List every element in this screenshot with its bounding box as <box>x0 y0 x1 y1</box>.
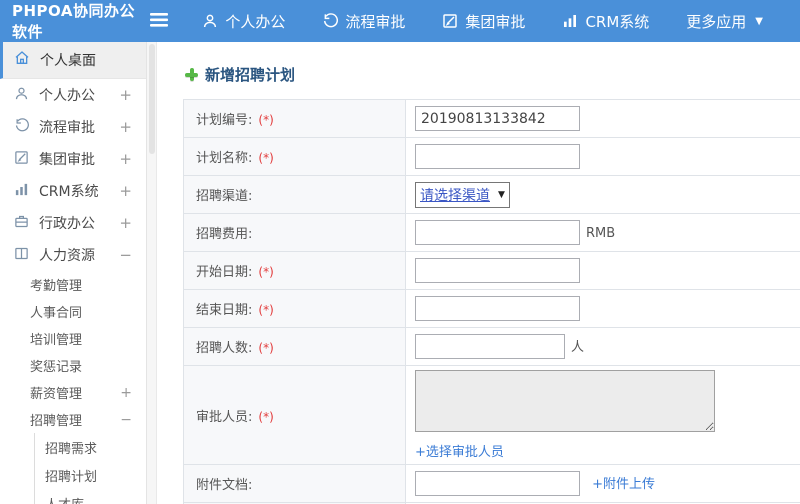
sidebar-item-attendance[interactable]: 考勤管理 <box>0 271 146 298</box>
field-label: 附件文档: <box>196 478 253 493</box>
field-label: 招聘人数: <box>196 341 253 356</box>
recruit-submenu: 招聘需求 招聘计划 人才库 <box>34 433 146 504</box>
app-logo: PHPOA协同办公软件 <box>12 2 135 41</box>
table-row: 结束日期: (*) <box>183 289 800 328</box>
main-content: 新增招聘计划 计划编号: (*) 计划名称: (*) <box>157 42 800 504</box>
collapse-minus-icon[interactable]: − <box>120 412 132 428</box>
headcount-input[interactable] <box>415 334 565 359</box>
sidebar-item-talent-pool[interactable]: 人才库 <box>35 489 146 504</box>
start-date-input[interactable] <box>415 258 580 283</box>
field-label: 招聘渠道: <box>196 189 253 204</box>
table-row: 开始日期: (*) <box>183 251 800 290</box>
edit-icon <box>442 13 458 29</box>
table-row: 招聘人数: (*) 人 <box>183 327 800 366</box>
menu-toggle-icon[interactable] <box>150 12 169 31</box>
required-marker: (*) <box>258 265 274 279</box>
nav-personal-office[interactable]: 个人办公 <box>202 11 285 32</box>
table-row: 附件文档: +附件上传 <box>183 464 800 503</box>
field-label: 招聘费用: <box>196 227 253 242</box>
scrollbar-thumb[interactable] <box>149 44 155 154</box>
sidebar-item-crm[interactable]: CRM系统 + <box>0 175 146 207</box>
sidebar-item-training[interactable]: 培训管理 <box>0 325 146 352</box>
expand-plus-icon[interactable]: + <box>119 182 132 200</box>
sidebar-item-recruit-plan[interactable]: 招聘计划 <box>35 461 146 489</box>
briefcase-icon <box>14 214 29 233</box>
nav-group-approval[interactable]: 集团审批 <box>442 11 525 32</box>
sidebar-item-personal-office[interactable]: 个人办公 + <box>0 79 146 111</box>
sidebar: 个人桌面 个人办公 + 流程审批 + 集团审批 + CRM系统 + 行政办公 +… <box>0 42 147 504</box>
bar-chart-icon <box>14 182 29 201</box>
sidebar-item-rewards[interactable]: 奖惩记录 <box>0 352 146 379</box>
nav-crm-system[interactable]: CRM系统 <box>562 11 649 32</box>
book-icon <box>14 246 29 265</box>
field-label: 计划编号: <box>196 113 253 128</box>
expand-plus-icon[interactable]: + <box>119 86 132 104</box>
field-label: 结束日期: <box>196 303 253 318</box>
sidebar-item-hr-contract[interactable]: 人事合同 <box>0 298 146 325</box>
person-icon <box>14 86 29 105</box>
table-row: 审批人员: (*) +选择审批人员 <box>183 365 800 465</box>
attachment-upload-link[interactable]: +附件上传 <box>592 477 655 492</box>
sidebar-item-workflow-approval[interactable]: 流程审批 + <box>0 111 146 143</box>
required-marker: (*) <box>258 341 274 355</box>
field-label: 开始日期: <box>196 265 253 280</box>
caret-down-icon: ▼ <box>498 189 505 200</box>
attachment-input[interactable] <box>415 471 580 496</box>
person-icon <box>202 13 218 29</box>
nav-more-apps[interactable]: 更多应用 ▼ <box>686 11 763 32</box>
expand-plus-icon[interactable]: + <box>119 150 132 168</box>
field-label: 审批人员: <box>196 409 253 425</box>
history-icon <box>322 13 339 29</box>
expand-plus-icon[interactable]: + <box>120 385 132 401</box>
cost-input[interactable] <box>415 220 580 245</box>
select-approver-link[interactable]: +选择审批人员 <box>415 441 800 460</box>
plan-number-input[interactable] <box>415 106 580 131</box>
home-icon <box>14 50 30 70</box>
sidebar-item-salary[interactable]: 薪资管理 + <box>0 379 146 406</box>
table-row: 计划编号: (*) <box>183 99 800 138</box>
sidebar-item-recruit-mgmt[interactable]: 招聘管理 − <box>0 406 146 433</box>
sidebar-item-group-approval[interactable]: 集团审批 + <box>0 143 146 175</box>
history-icon <box>14 117 29 137</box>
top-bar: PHPOA协同办公软件 个人办公 流程审批 集团审批 CRM系统 更多应用 ▼ <box>0 0 800 42</box>
approver-textarea[interactable] <box>415 370 715 432</box>
table-row: 招聘费用: RMB <box>183 213 800 252</box>
sidebar-item-desktop[interactable]: 个人桌面 <box>0 42 146 79</box>
unit-label: 人 <box>571 339 585 355</box>
plan-name-input[interactable] <box>415 144 580 169</box>
channel-select[interactable]: 请选择渠道 ▼ <box>415 181 510 208</box>
end-date-input[interactable] <box>415 296 580 321</box>
plus-icon <box>185 68 198 81</box>
table-row: 计划名称: (*) <box>183 137 800 176</box>
edit-icon <box>14 150 29 169</box>
field-label: 计划名称: <box>196 151 253 166</box>
bar-chart-icon <box>562 13 578 29</box>
sidebar-item-recruit-demand[interactable]: 招聘需求 <box>35 433 146 461</box>
nav-workflow-approval[interactable]: 流程审批 <box>322 11 405 32</box>
required-marker: (*) <box>258 409 274 424</box>
recruit-plan-form: 计划编号: (*) 计划名称: (*) 招聘渠道: <box>183 99 800 504</box>
caret-down-icon: ▼ <box>755 15 763 27</box>
hr-submenu: 考勤管理 人事合同 培训管理 奖惩记录 薪资管理 + 招聘管理 − 招聘需求 招… <box>0 271 146 504</box>
expand-plus-icon[interactable]: + <box>119 214 132 232</box>
required-marker: (*) <box>258 113 274 127</box>
expand-plus-icon[interactable]: + <box>119 118 132 136</box>
sidebar-item-admin-office[interactable]: 行政办公 + <box>0 207 146 239</box>
collapse-minus-icon[interactable]: − <box>119 246 132 264</box>
unit-label: RMB <box>586 225 616 241</box>
required-marker: (*) <box>258 303 274 317</box>
sidebar-scrollbar[interactable] <box>147 42 157 504</box>
page-title: 新增招聘计划 <box>185 64 800 85</box>
sidebar-item-hr[interactable]: 人力资源 − <box>0 239 146 271</box>
required-marker: (*) <box>258 151 274 165</box>
table-row: 招聘渠道: 请选择渠道 ▼ <box>183 175 800 214</box>
